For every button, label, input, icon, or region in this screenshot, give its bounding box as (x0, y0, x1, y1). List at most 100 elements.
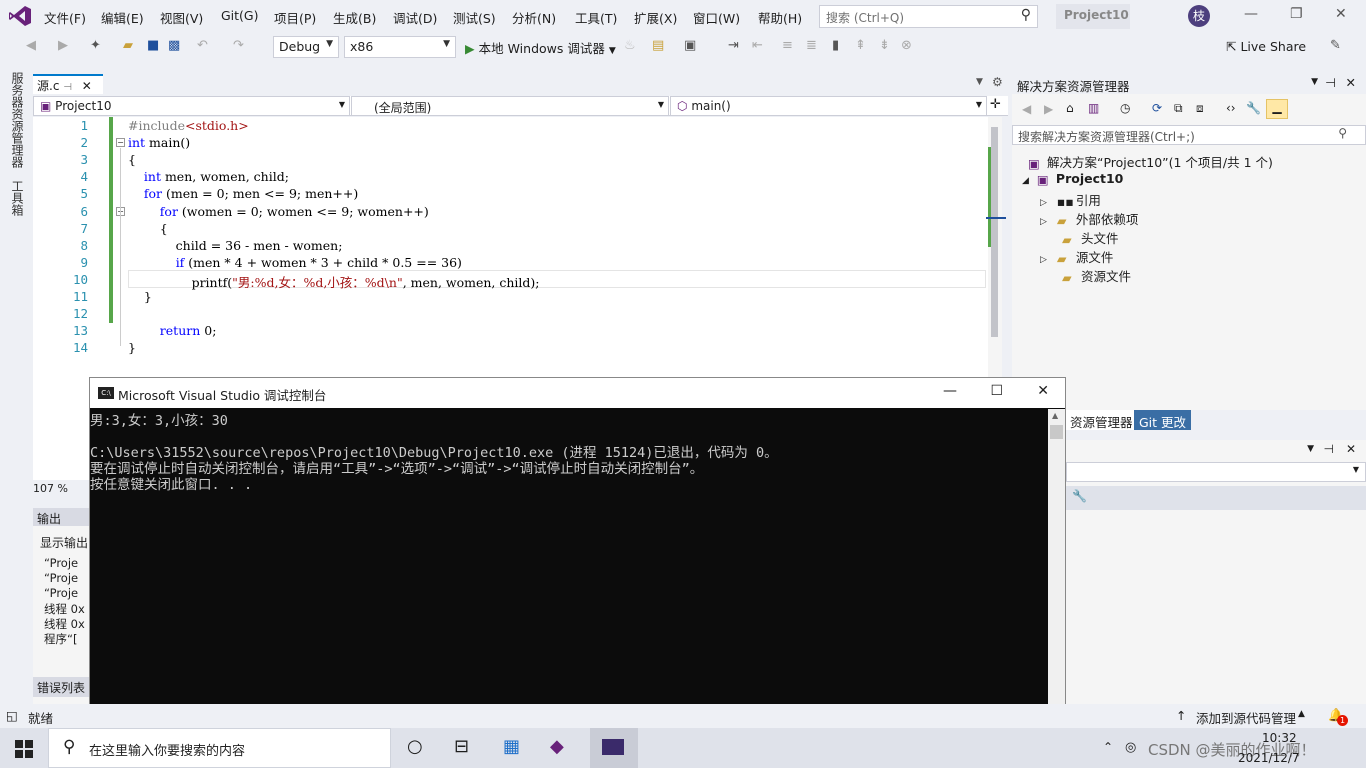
forward-icon[interactable]: ▶ (1044, 102, 1053, 116)
tab-solution-explorer[interactable]: 资源管理器 (1066, 410, 1137, 430)
solution-node[interactable]: ▣ 解决方案“Project10”(1 个项目/共 1 个) (1028, 152, 1273, 171)
collapse-all-icon[interactable]: ⧉ (1174, 101, 1183, 116)
scroll-thumb[interactable] (991, 127, 998, 337)
menu-analyze[interactable]: 分析(N) (512, 8, 556, 27)
output-title[interactable]: 输出 (33, 508, 91, 526)
tab-dropdown-icon[interactable]: ▼ (976, 77, 983, 87)
maximize-icon[interactable]: ☐ (990, 383, 1003, 399)
tab-git-changes[interactable]: Git 更改 (1134, 410, 1192, 430)
task-view-icon[interactable]: ⊟ (454, 736, 469, 757)
wrench-icon[interactable]: 🔧 (1072, 489, 1087, 503)
show-all-files-icon[interactable]: ⧈ (1196, 101, 1204, 116)
chevron-down-icon[interactable]: ▼ (1307, 444, 1314, 454)
minimize-icon[interactable]: — (943, 383, 957, 399)
start-debugging-button[interactable]: ▶ 本地 Windows 调试器 ▼ (465, 38, 616, 57)
code-icon[interactable]: ‹› (1226, 101, 1236, 115)
server-explorer-tab[interactable]: 服务器资源管理器 (9, 72, 26, 168)
live-share-button[interactable]: ⇱ Live Share (1226, 39, 1306, 54)
windows-start-icon[interactable] (15, 740, 33, 758)
menu-tools[interactable]: 工具(T) (575, 8, 617, 27)
comment-icon[interactable]: ≡ (782, 38, 793, 53)
cortana-icon[interactable]: ○ (407, 736, 423, 757)
maximize-icon[interactable]: ❐ (1290, 6, 1303, 22)
menu-file[interactable]: 文件(F) (44, 8, 86, 27)
tree-item-header-files[interactable]: ▰ 头文件 (1062, 228, 1119, 247)
forward-icon[interactable]: ▶ (58, 38, 68, 53)
outdent-icon[interactable]: ⇤ (752, 38, 763, 53)
visual-studio-taskbar-icon[interactable]: ◆ (550, 736, 564, 757)
minimize-icon[interactable]: — (1244, 6, 1258, 22)
menu-extensions[interactable]: 扩展(X) (634, 8, 677, 27)
chevron-down-icon[interactable]: ▼ (1311, 77, 1318, 87)
error-list-tab[interactable]: 错误列表 (33, 677, 91, 697)
properties-object-select[interactable]: ▼ (1066, 462, 1366, 482)
tree-item-external-deps[interactable]: ▷ ▰ 外部依赖项 (1040, 209, 1138, 228)
gear-icon[interactable]: ⚙ (992, 75, 1003, 89)
pin-icon[interactable]: ⊣ (63, 82, 72, 93)
scroll-up-icon[interactable]: ▲ (1052, 411, 1058, 420)
chevron-up-icon[interactable]: ⌃ (1103, 740, 1113, 754)
pin-icon[interactable]: ⊣ (1324, 442, 1334, 456)
wrench-icon[interactable]: 🔧 (1246, 101, 1261, 115)
browse-icon[interactable]: ▤ (652, 38, 664, 53)
close-tab-icon[interactable]: ✕ (82, 79, 92, 93)
bookmark-icon[interactable]: ▮ (832, 38, 839, 53)
menu-window[interactable]: 窗口(W) (693, 8, 740, 27)
source-control-button[interactable]: 添加到源代码管理 (1196, 708, 1296, 727)
home-icon[interactable]: ⌂ (1066, 101, 1074, 115)
console-taskbar-item[interactable] (590, 728, 638, 768)
output-window-icon[interactable]: ◱ (6, 708, 18, 723)
indent-icon[interactable]: ⇥ (728, 38, 739, 53)
tree-item-resource-files[interactable]: ▰ 资源文件 (1062, 266, 1131, 285)
uncomment-icon[interactable]: ≣ (806, 38, 817, 53)
split-icon[interactable]: ✛ (990, 97, 1001, 112)
config-select[interactable]: Debug ▼ (273, 36, 339, 58)
tree-item-source-files[interactable]: ▷ ▰ 源文件 (1040, 247, 1113, 266)
menu-edit[interactable]: 编辑(E) (101, 8, 144, 27)
menu-view[interactable]: 视图(V) (160, 8, 203, 27)
save-all-icon[interactable]: ▩ (168, 38, 180, 53)
hot-reload-icon[interactable]: ♨ (624, 38, 636, 53)
network-icon[interactable]: ◎ (1125, 740, 1136, 755)
menu-debug[interactable]: 调试(D) (393, 8, 437, 27)
open-folder-icon[interactable]: ▰ (123, 38, 133, 53)
search-input[interactable]: 搜索 (Ctrl+Q) ⚲ (819, 5, 1038, 28)
back-icon[interactable]: ◀ (26, 38, 36, 53)
switch-views-icon[interactable]: ▥ (1088, 101, 1099, 115)
menu-help[interactable]: 帮助(H) (758, 8, 802, 27)
sync-icon[interactable]: ⟳ (1152, 101, 1162, 115)
pin-icon[interactable]: ⊣ (1325, 75, 1336, 90)
scroll-thumb[interactable] (1050, 425, 1063, 439)
preview-icon[interactable]: ▁ (1266, 99, 1288, 119)
new-item-icon[interactable]: ✦ (90, 38, 101, 53)
menu-build[interactable]: 生成(B) (333, 8, 376, 27)
close-icon[interactable]: ✕ (1346, 442, 1356, 456)
pending-changes-icon[interactable]: ◷ (1120, 101, 1130, 115)
prev-bookmark-icon[interactable]: ⇞ (855, 38, 866, 53)
screenshot-icon[interactable]: ▣ (684, 38, 696, 53)
scope-nav-dropdown[interactable]: (全局范围) ▼ (351, 96, 669, 116)
function-nav-dropdown[interactable]: ⬡ main() ▼ (670, 96, 987, 116)
store-icon[interactable]: ▦ (503, 736, 520, 757)
clear-bookmarks-icon[interactable]: ⊗ (901, 38, 912, 53)
project-nav-dropdown[interactable]: ▣ Project10 ▼ (33, 96, 350, 116)
close-icon[interactable]: ✕ (1335, 6, 1347, 22)
redo-icon[interactable]: ↷ (233, 38, 244, 53)
tab-source-c[interactable]: 源.c ⊣ ✕ (33, 74, 103, 94)
menu-project[interactable]: 项目(P) (274, 8, 316, 27)
tree-item-references[interactable]: ▷ ▪▪ 引用 (1040, 190, 1101, 209)
feedback-icon[interactable]: ✎ (1330, 38, 1341, 53)
console-scrollbar[interactable]: ▲ (1048, 409, 1065, 727)
close-icon[interactable]: ✕ (1346, 75, 1356, 90)
zoom-level[interactable]: 107 % (33, 482, 89, 498)
save-icon[interactable]: ■ (147, 38, 159, 53)
solution-search-input[interactable]: 搜索解决方案资源管理器(Ctrl+;) ⚲ (1012, 125, 1366, 145)
undo-icon[interactable]: ↶ (197, 38, 208, 53)
next-bookmark-icon[interactable]: ⇟ (879, 38, 890, 53)
avatar[interactable]: 枝 (1188, 5, 1210, 27)
project-node[interactable]: ◢ ▣ Project10 (1022, 171, 1123, 187)
collapse-icon[interactable]: − (116, 138, 125, 147)
platform-select[interactable]: x86 ▼ (344, 36, 456, 58)
menu-git[interactable]: Git(G) (221, 8, 259, 23)
toolbox-tab[interactable]: 工具箱 (9, 180, 26, 216)
